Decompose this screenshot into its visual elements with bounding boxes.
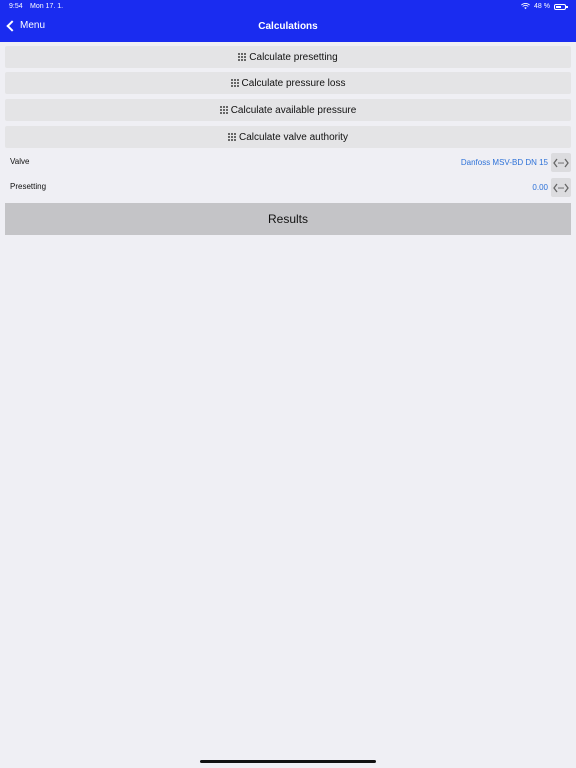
calculate-presetting-button[interactable]: Calculate presetting bbox=[5, 46, 571, 68]
presetting-selector-button[interactable] bbox=[551, 178, 571, 197]
page-title: Calculations bbox=[258, 21, 318, 32]
grid-icon bbox=[230, 79, 239, 87]
battery-icon bbox=[554, 3, 568, 10]
status-right: 48 % bbox=[521, 3, 568, 10]
wifi-icon bbox=[521, 3, 530, 10]
presetting-value[interactable]: 0.00 bbox=[532, 183, 548, 192]
home-indicator[interactable] bbox=[200, 760, 376, 763]
battery-percent: 48 % bbox=[534, 3, 550, 10]
calculate-pressure-loss-label: Calculate pressure loss bbox=[241, 77, 346, 89]
grid-icon bbox=[219, 106, 228, 114]
valve-selector-button[interactable] bbox=[551, 153, 571, 172]
valve-value[interactable]: Danfoss MSV-BD DN 15 bbox=[461, 158, 548, 167]
left-right-arrows-icon bbox=[553, 158, 569, 167]
grid-icon bbox=[228, 133, 237, 141]
valve-row: Valve Danfoss MSV-BD DN 15 bbox=[0, 153, 576, 177]
status-time: 9:54 bbox=[9, 3, 23, 10]
status-date: Mon 17. 1. bbox=[30, 3, 64, 10]
calculate-pressure-loss-button[interactable]: Calculate pressure loss bbox=[5, 72, 571, 94]
results-button[interactable]: Results bbox=[5, 203, 571, 235]
calculate-available-pressure-label: Calculate available pressure bbox=[230, 104, 357, 116]
navigation-bar: Menu Calculations bbox=[0, 14, 576, 42]
grid-icon bbox=[238, 53, 247, 61]
presetting-label: Presetting bbox=[10, 182, 47, 191]
calculate-presetting-label: Calculate presetting bbox=[249, 51, 338, 63]
calculate-valve-authority-button[interactable]: Calculate valve authority bbox=[5, 126, 571, 148]
calculate-valve-authority-label: Calculate valve authority bbox=[239, 131, 348, 143]
valve-label: Valve bbox=[10, 157, 30, 166]
left-right-arrows-icon bbox=[553, 183, 569, 192]
results-label: Results bbox=[267, 212, 308, 226]
presetting-row: Presetting 0.00 bbox=[0, 178, 576, 202]
status-bar: 9:54 Mon 17. 1. 48 % bbox=[0, 0, 576, 14]
calculate-available-pressure-button[interactable]: Calculate available pressure bbox=[5, 99, 571, 121]
